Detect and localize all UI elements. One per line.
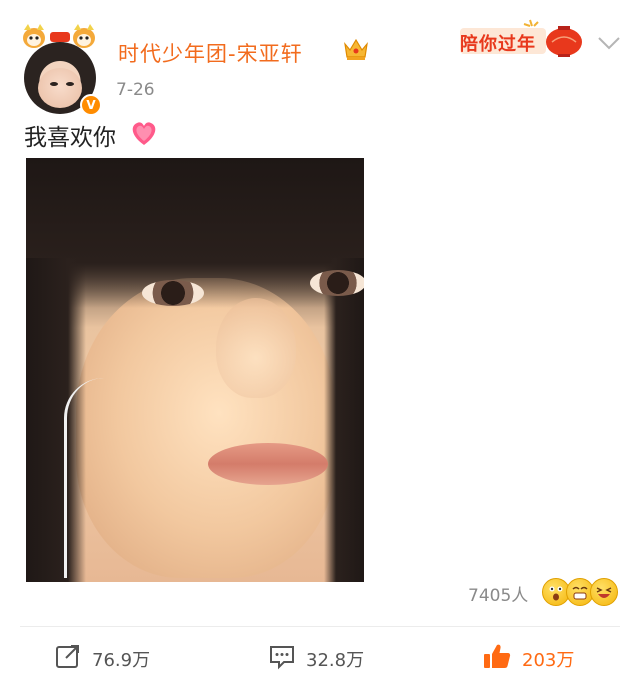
verified-badge-icon: V xyxy=(80,94,102,116)
festival-badge-label: 陪你过年 xyxy=(460,34,536,55)
heart-icon xyxy=(132,122,156,145)
like-button[interactable]: 203万 xyxy=(482,640,602,672)
thumbs-up-icon xyxy=(484,644,511,668)
weibo-post: V 时代少年团-宋亚轩 7-26 陪你过年 我喜欢你 7405人 76.9万 3… xyxy=(0,0,640,687)
post-photo[interactable] xyxy=(26,158,364,582)
post-timestamp: 7-26 xyxy=(116,80,155,100)
like-count: 203万 xyxy=(522,650,575,671)
chevron-down-icon[interactable] xyxy=(596,34,622,52)
post-text: 我喜欢你 xyxy=(24,125,116,151)
share-count: 76.9万 xyxy=(92,650,151,671)
divider xyxy=(20,626,620,627)
avatar[interactable]: V xyxy=(20,20,102,116)
laugh-emoji-icon xyxy=(590,578,618,606)
username-link[interactable]: 时代少年团-宋亚轩 xyxy=(118,38,303,68)
crown-icon xyxy=(344,38,368,60)
comment-icon xyxy=(270,646,294,670)
comment-button[interactable]: 32.8万 xyxy=(268,640,388,672)
share-button[interactable]: 76.9万 xyxy=(54,640,174,672)
share-icon xyxy=(56,645,79,668)
comment-count: 32.8万 xyxy=(306,650,365,671)
festival-badge[interactable]: 陪你过年 xyxy=(460,18,588,58)
reaction-count[interactable]: 7405人 xyxy=(468,581,528,606)
